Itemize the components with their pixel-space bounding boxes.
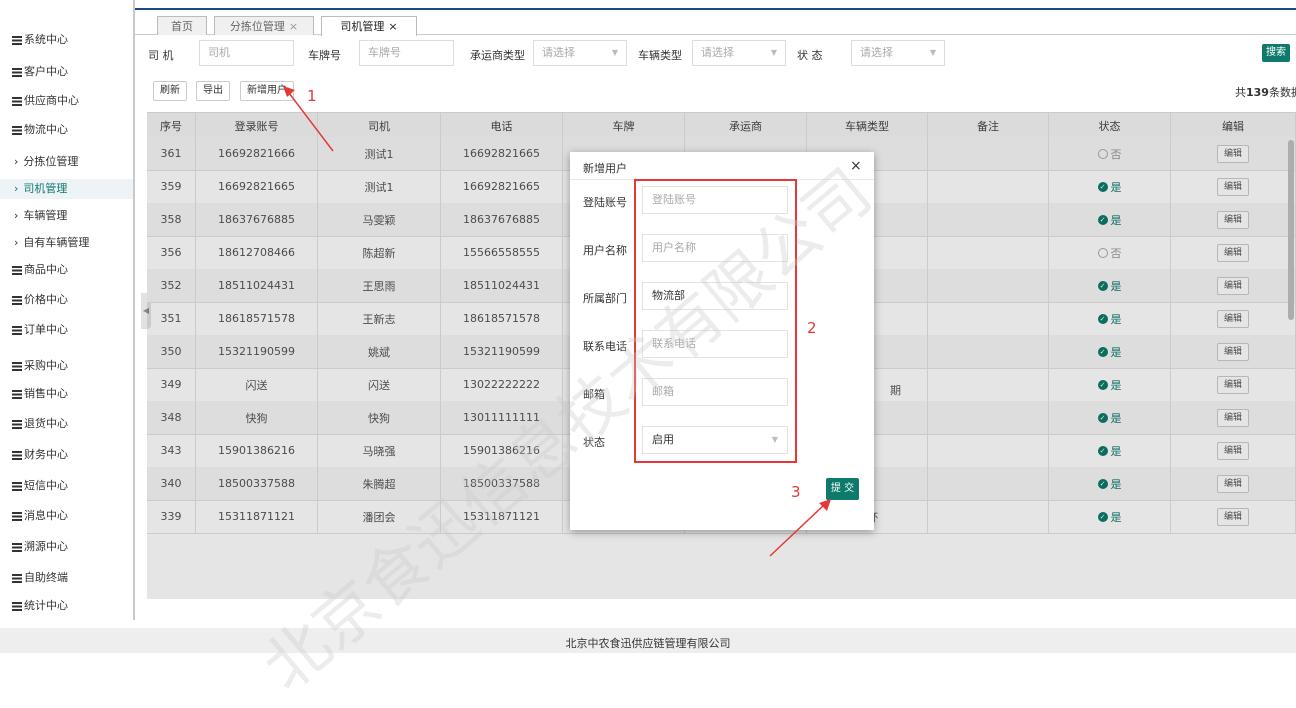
annotation-arrows (283, 86, 831, 557)
arrowhead (283, 86, 295, 97)
arrowhead (819, 499, 831, 511)
annotation-arrow-3 (769, 504, 825, 557)
annotation-arrow-1 (288, 92, 334, 152)
